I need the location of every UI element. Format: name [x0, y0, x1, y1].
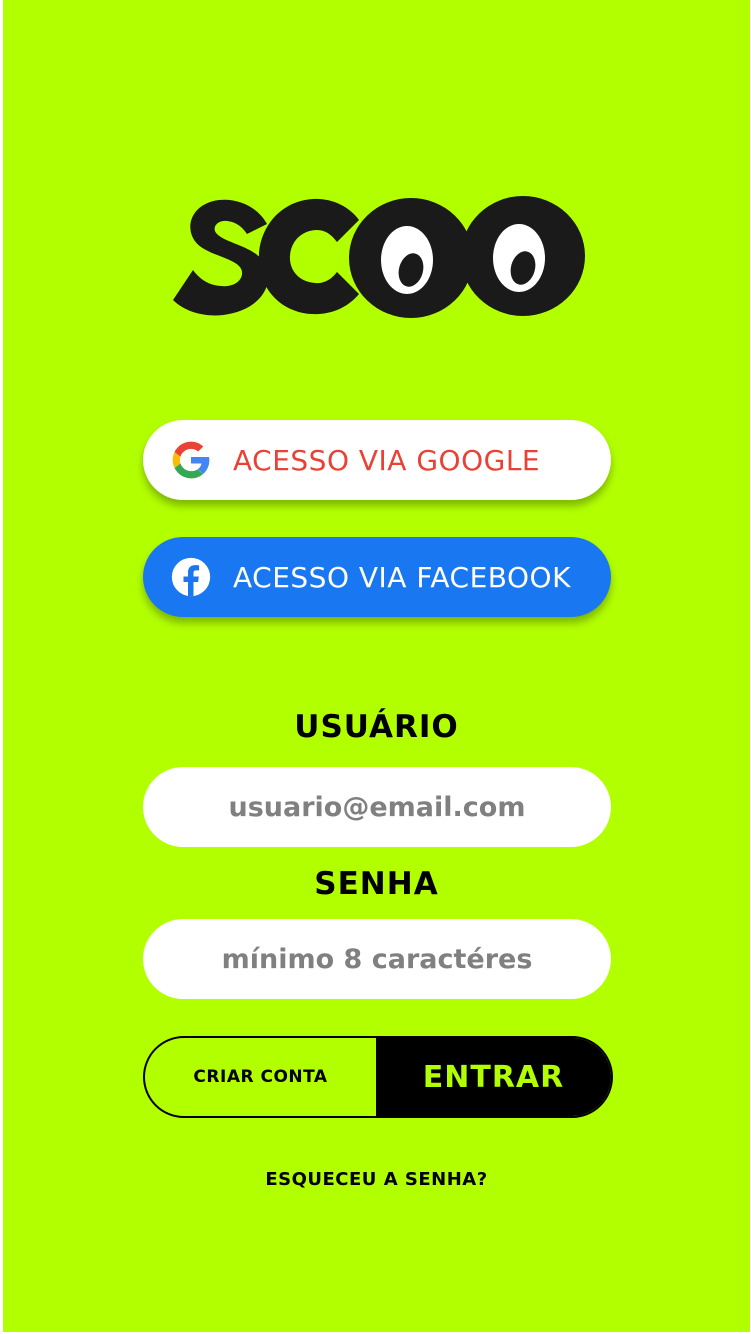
enter-button[interactable]: ENTRAR [376, 1038, 611, 1116]
facebook-login-label: ACESSO VIA FACEBOOK [233, 560, 571, 594]
login-screen: ACESSO VIA GOOGLE ACESSO VIA FACEBOOK US… [3, 0, 750, 1332]
scoo-logo [173, 196, 585, 318]
password-field-label: SENHA [314, 866, 439, 902]
user-field-label: USUÁRIO [294, 709, 459, 745]
google-login-label: ACESSO VIA GOOGLE [233, 443, 541, 477]
auth-action-group: CRIAR CONTA ENTRAR [143, 1036, 613, 1118]
facebook-login-button[interactable]: ACESSO VIA FACEBOOK [143, 537, 611, 617]
password-field[interactable] [143, 919, 611, 999]
create-account-button[interactable]: CRIAR CONTA [145, 1038, 376, 1116]
forgot-password-link[interactable]: ESQUECEU A SENHA? [3, 1169, 750, 1190]
google-g-icon [172, 441, 210, 479]
google-login-button[interactable]: ACESSO VIA GOOGLE [143, 420, 611, 500]
email-field[interactable] [143, 767, 611, 847]
facebook-f-icon [171, 557, 211, 597]
